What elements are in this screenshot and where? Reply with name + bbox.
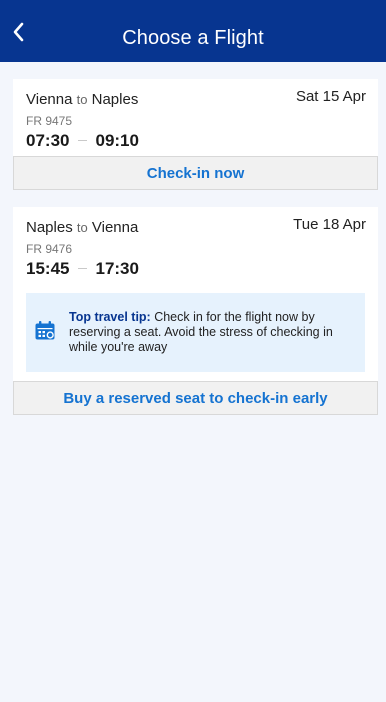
- page-title: Choose a Flight: [122, 27, 264, 49]
- departure-time: 15:45: [26, 259, 70, 278]
- buy-reserved-seat-button[interactable]: Buy a reserved seat to check-in early: [13, 381, 378, 415]
- app-header: Choose a Flight: [0, 0, 386, 62]
- travel-tip-text: Top travel tip: Check in for the flight …: [69, 310, 354, 355]
- flight-card-outbound: Vienna to Naples Sat 15 Apr FR 9475 07:3…: [13, 79, 378, 157]
- flight-number: FR 9476: [26, 242, 73, 256]
- origin-city: Vienna: [26, 91, 73, 108]
- flight-route: Naples to Vienna: [26, 219, 138, 236]
- travel-tip-lead: Top travel tip:: [69, 310, 151, 324]
- destination-city: Naples: [91, 91, 139, 108]
- origin-city: Naples: [26, 219, 73, 236]
- travel-tip-box: Top travel tip: Check in for the flight …: [26, 293, 365, 372]
- time-separator: [78, 140, 88, 142]
- flight-date: Tue 18 Apr: [293, 216, 366, 233]
- destination-city: Vienna: [91, 219, 139, 236]
- calendar-seat-icon: [35, 321, 55, 340]
- flight-card-return: Naples to Vienna Tue 18 Apr FR 9476 15:4…: [13, 207, 378, 381]
- flight-times: 07:30 09:10: [26, 131, 139, 151]
- flight-route: Vienna to Naples: [26, 91, 138, 108]
- route-to-word: to: [76, 220, 88, 235]
- check-in-now-button[interactable]: Check-in now: [13, 156, 378, 190]
- flight-times: 15:45 17:30: [26, 259, 139, 279]
- arrival-time: 17:30: [95, 259, 139, 278]
- flight-number: FR 9475: [26, 114, 73, 128]
- route-to-word: to: [76, 92, 88, 107]
- departure-time: 07:30: [26, 131, 70, 150]
- flight-date: Sat 15 Apr: [295, 88, 366, 105]
- time-separator: [78, 268, 88, 270]
- arrival-time: 09:10: [95, 131, 139, 150]
